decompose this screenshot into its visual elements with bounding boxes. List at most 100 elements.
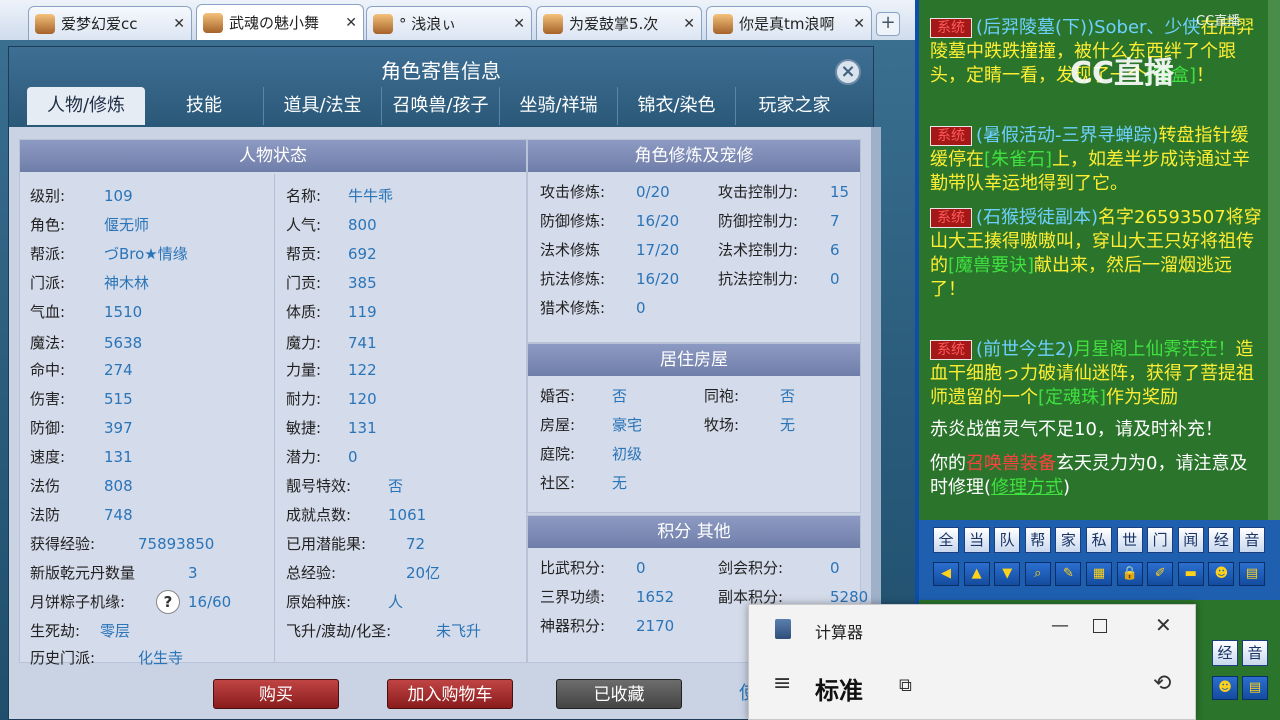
tab-items[interactable]: 道具/法宝 <box>263 87 381 125</box>
buy-button[interactable]: 购买 <box>213 679 339 709</box>
field-label: 防御控制力: <box>718 212 799 230</box>
close-icon[interactable]: ✕ <box>1155 613 1172 637</box>
channel-button[interactable]: 经 <box>1212 640 1238 666</box>
tab-character[interactable]: 人物/修炼 <box>27 87 145 125</box>
channel-button[interactable]: 队 <box>994 527 1021 553</box>
arrow-left-icon[interactable]: ◀ <box>933 562 959 586</box>
browser-tab[interactable]: 你是真tm浪啊 ✕ <box>706 6 872 40</box>
cultivation-row: 法术修炼 17/20 法术控制力: 6 <box>540 236 858 264</box>
panel-header: 人物状态 <box>20 140 526 172</box>
stat-value: 零层 <box>100 622 131 640</box>
maximize-icon[interactable] <box>1093 619 1107 633</box>
channel-button[interactable]: 音 <box>1242 640 1268 666</box>
housing-row: 社区: 无 <box>540 469 858 497</box>
housing-panel: 居住房屋 婚否: 否同袍: 否房屋: 豪宅 牧场: 无庭院: 初级 社区: 无 <box>527 343 861 513</box>
field-value: 7 <box>830 212 840 230</box>
new-tab-button[interactable]: + <box>876 12 900 36</box>
channel-button[interactable]: 闻 <box>1177 527 1204 553</box>
minimize-icon[interactable]: — <box>1051 615 1069 636</box>
stat-label: 耐力: <box>286 390 322 408</box>
stat-label: 敏捷: <box>286 419 322 437</box>
stat-label: 伤害: <box>30 390 66 408</box>
stat-label: 角色: <box>30 216 66 234</box>
housing-row: 庭院: 初级 <box>540 440 858 468</box>
chat-scrollbar[interactable] <box>1268 0 1280 520</box>
field-label: 防御修炼: <box>540 212 606 230</box>
field-label: 法术控制力: <box>718 241 799 259</box>
help-icon[interactable]: ? <box>156 590 180 614</box>
status-row: 名称: 牛牛乖 <box>286 182 522 210</box>
lock-icon[interactable]: 🔒 <box>1116 562 1143 586</box>
stat-label: 人气: <box>286 216 322 234</box>
keep-on-top-icon[interactable]: ⧉ <box>899 675 912 696</box>
chat-notice: 赤炎战笛灵气不足10，请及时补充！ <box>930 419 1223 440</box>
note-icon[interactable]: ✎ <box>1055 562 1082 586</box>
close-icon[interactable]: ✕ <box>513 16 525 32</box>
cultivation-row: 防御修炼: 16/20 防御控制力: 7 <box>540 207 858 235</box>
tab-outfits[interactable]: 锦衣/染色 <box>617 87 735 125</box>
stat-value: 1061 <box>388 506 427 524</box>
chat-item-link[interactable]: [朱雀石] <box>984 149 1052 170</box>
emote-icon[interactable]: ☻ <box>1212 676 1238 700</box>
chat-message: 系统 (石猴授徒副本)名字26593507将穿山大王揍得嗷嗷叫，穿山大王只好将祖传… <box>930 206 1265 302</box>
menu-icon[interactable]: ▤ <box>1242 676 1268 700</box>
close-icon[interactable]: ✕ <box>683 16 695 32</box>
field-value: 初级 <box>612 445 643 463</box>
stat-value: 800 <box>348 216 377 234</box>
favorited-button[interactable]: 已收藏 <box>556 679 682 709</box>
brush-icon[interactable]: ✐ <box>1147 562 1174 586</box>
points-row: 比武积分: 0 剑会积分: 0 <box>540 554 858 582</box>
field-label: 攻击修炼: <box>540 183 606 201</box>
history-icon[interactable]: ⟲ <box>1153 671 1171 696</box>
hamburger-menu-icon[interactable]: ≡ <box>773 671 791 696</box>
browser-tab-active[interactable]: 武魂の魅小舞 ✕ <box>196 4 364 40</box>
browser-tab[interactable]: 爱梦幻爱cc ✕ <box>28 6 192 40</box>
chat-item-link[interactable]: [定魂珠] <box>1038 387 1106 408</box>
channel-button[interactable]: 全 <box>933 527 959 553</box>
browser-tab[interactable]: ° 浅浪ぃ ✕ <box>366 6 532 40</box>
tab-skills[interactable]: 技能 <box>145 87 263 125</box>
menu-icon[interactable]: ▤ <box>1239 562 1265 586</box>
status-row: 力量: 122 <box>286 356 522 384</box>
tab-title: 你是真tm浪啊 <box>739 15 835 33</box>
channel-button[interactable]: 私 <box>1086 527 1112 553</box>
cultivation-row: 猎术修炼: 0 <box>540 294 858 322</box>
search-icon[interactable]: ⌕ <box>1024 562 1051 586</box>
channel-button[interactable]: 家 <box>1055 527 1082 553</box>
stat-value: 131 <box>348 419 377 437</box>
housing-row: 婚否: 否 同袍: 否 <box>540 382 858 410</box>
tab-mounts[interactable]: 坐骑/祥瑞 <box>499 87 617 125</box>
status-row: 帮派: づBro★情缘 <box>30 240 270 268</box>
chat-text: 作为奖励 <box>1106 387 1179 408</box>
channel-button[interactable]: 经 <box>1208 527 1235 553</box>
folder-icon[interactable]: ▬ <box>1177 562 1204 586</box>
stat-value: 20亿 <box>406 564 441 582</box>
stat-value: 397 <box>104 419 133 437</box>
chat-item-link[interactable]: [魔兽要诀] <box>948 255 1034 276</box>
close-icon[interactable]: ✕ <box>173 16 185 32</box>
field-value: 15 <box>830 183 850 201</box>
stat-label: 生死劫: <box>30 622 81 640</box>
arrow-up-icon[interactable]: ▲ <box>963 562 990 586</box>
grid-icon[interactable]: ▦ <box>1086 562 1112 586</box>
emote-icon[interactable]: ☻ <box>1208 562 1235 586</box>
channel-button[interactable]: 门 <box>1147 527 1174 553</box>
close-button[interactable]: × <box>835 59 861 85</box>
channel-button[interactable]: 帮 <box>1024 527 1051 553</box>
repair-link[interactable]: 修理方式 <box>991 477 1063 498</box>
channel-button[interactable]: 音 <box>1239 527 1265 553</box>
tab-pets[interactable]: 召唤兽/孩子 <box>381 87 499 125</box>
stat-value: 119 <box>348 303 377 321</box>
channel-button[interactable]: 当 <box>963 527 990 553</box>
status-row: 总经验: 20亿 <box>286 559 522 587</box>
chat-message: 系统 (暑假活动-三界寻蝉踪)转盘指针缓缓停在[朱雀石]上，如差半步成诗通过辛勤带… <box>930 124 1265 196</box>
add-to-cart-button[interactable]: 加入购物车 <box>387 679 513 709</box>
close-icon[interactable]: ✕ <box>853 16 865 32</box>
status-row: 原始种族: 人 <box>286 588 522 616</box>
tab-home[interactable]: 玩家之家 <box>735 87 853 125</box>
channel-button[interactable]: 世 <box>1116 527 1143 553</box>
close-icon[interactable]: ✕ <box>345 15 357 31</box>
stat-label: 已用潜能果: <box>286 535 367 553</box>
arrow-down-icon[interactable]: ▼ <box>994 562 1021 586</box>
browser-tab[interactable]: 为爱鼓掌5.次 ✕ <box>536 6 702 40</box>
